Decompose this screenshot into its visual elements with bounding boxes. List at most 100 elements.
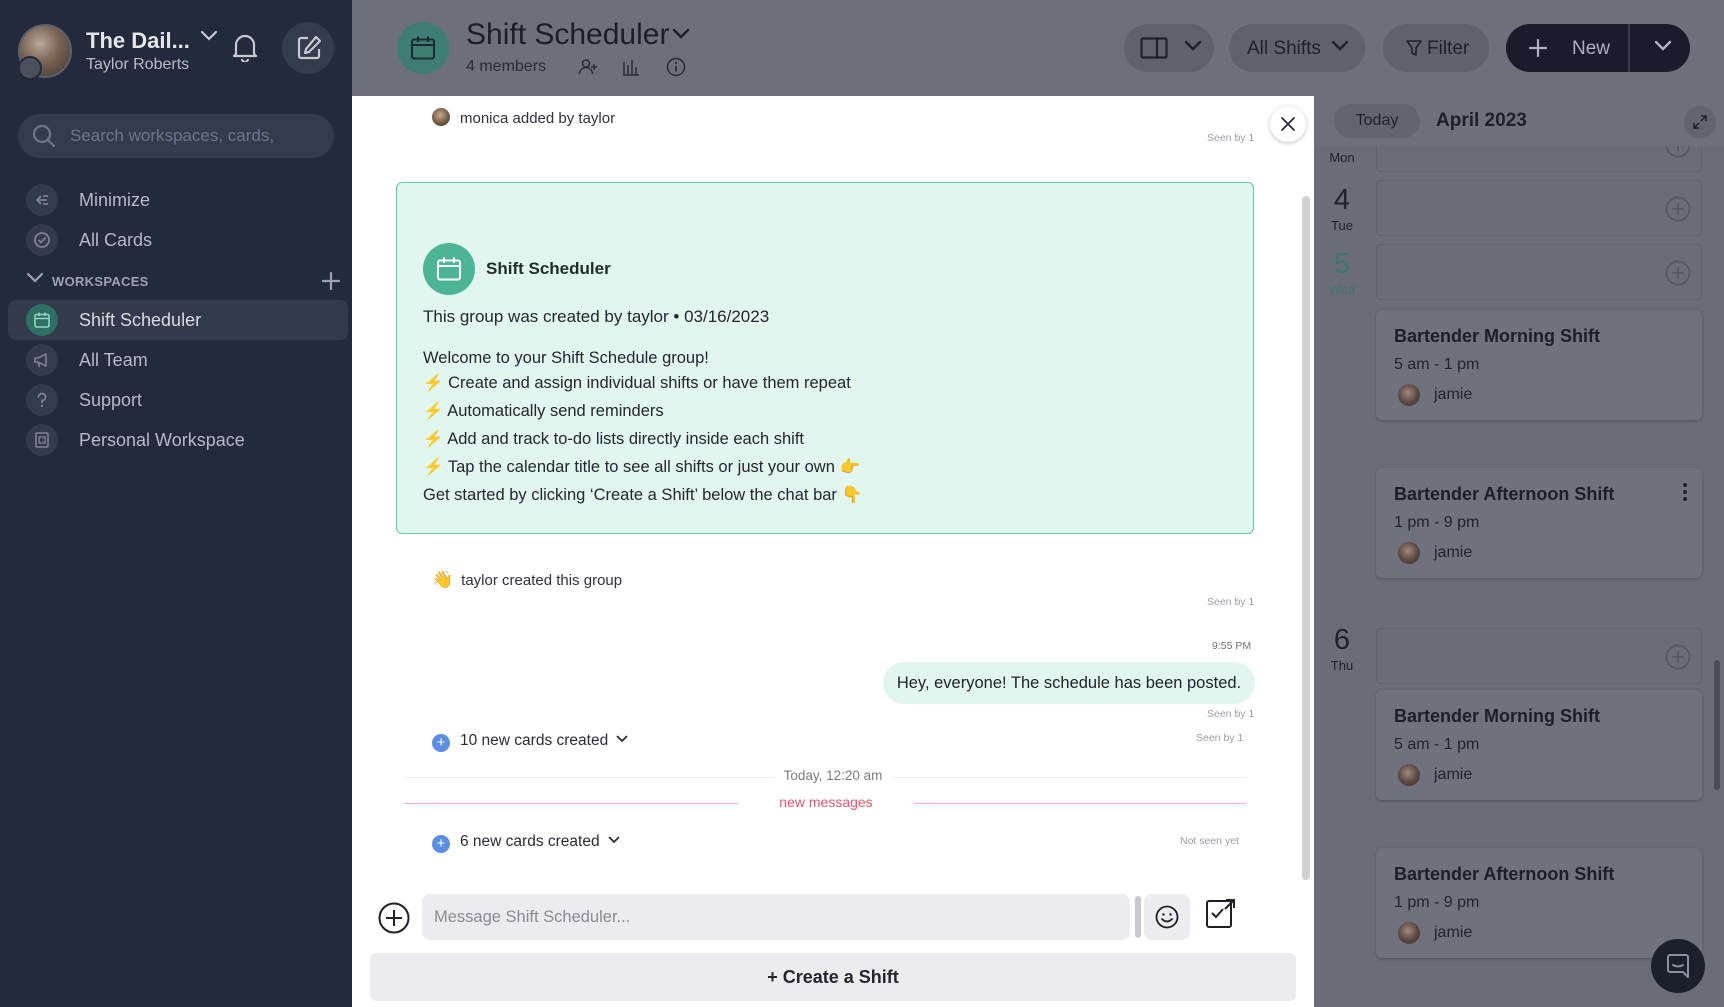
assignee-avatar [1398,922,1420,944]
shift-card[interactable]: Bartender Morning Shift 5 am - 1 pm jami… [1376,690,1702,800]
workspace-avatar[interactable] [18,24,72,80]
lightning-icon: ⚡ [423,374,444,392]
shift-card[interactable]: Bartender Morning Shift 5 am - 1 pm jami… [1376,310,1702,420]
check-circle-icon [26,224,58,256]
close-button[interactable] [1270,106,1306,142]
chevron-down-icon [607,836,620,844]
sidebar-item-support[interactable]: Support [8,380,348,420]
chat-icon [1667,954,1689,978]
calendar-scrollbar[interactable] [1714,660,1720,790]
workspace-header[interactable]: The Dail... Taylor Roberts [18,22,338,82]
day-slot[interactable] [1376,244,1702,300]
search-input[interactable] [70,114,320,158]
filter-button[interactable]: Filter [1383,24,1489,72]
bullet-text: Add and track to-do lists directly insid… [447,430,804,448]
bullet-text: Automatically send reminders [447,402,664,420]
day-number: 4 [1333,184,1351,216]
today-button[interactable]: Today [1334,104,1420,138]
welcome-bullet: ⚡ Tap the calendar title to see all shif… [423,458,860,477]
add-member-icon[interactable] [578,58,598,76]
day-label-wed[interactable]: 5 Wed [1324,248,1360,297]
welcome-bullet: ⚡ Automatically send reminders [423,402,664,421]
add-attachment-icon[interactable] [378,902,410,934]
emoji-button[interactable] [1144,894,1190,940]
event-text: monica added by taylor [460,110,616,127]
calendar-icon [411,36,435,60]
chevron-down-icon[interactable] [200,30,218,42]
new-dropdown-chevron-icon[interactable] [1654,40,1672,52]
cards-created-toggle[interactable]: +6 new cards created [432,833,620,853]
welcome-card: Shift Scheduler This group was created b… [396,182,1254,534]
new-button[interactable]: New [1506,24,1690,72]
info-icon[interactable] [666,57,686,77]
sidebar-item-label: Support [79,390,143,410]
welcome-footer: Get started by clicking ‘Create a Shift’… [423,486,863,504]
shift-title: Bartender Afternoon Shift [1394,484,1615,504]
group-icon[interactable] [397,22,449,74]
shift-filter-dropdown[interactable]: All Shifts [1229,24,1365,72]
shift-card[interactable]: Bartender Afternoon Shift 1 pm - 9 pm ja… [1376,848,1702,958]
compose-button[interactable] [282,22,334,74]
plus-circle-icon: + [432,734,450,752]
user-name: Taylor Roberts [86,56,190,73]
shift-title: Bartender Morning Shift [1394,326,1600,346]
chevron-down-icon[interactable] [26,272,44,284]
user-avatar [18,56,42,80]
sidebar: The Dail... Taylor Roberts Minimize All … [0,0,352,1007]
welcome-bullet: ⚡ Create and assign individual shifts or… [423,374,851,393]
sidebar-item-shift-scheduler[interactable]: Shift Scheduler [8,300,348,340]
help-chat-button[interactable] [1651,939,1705,993]
create-shift-button[interactable]: + Create a Shift [370,953,1296,1001]
day-slot[interactable] [1376,180,1702,236]
sidebar-item-label: Minimize [79,190,151,210]
bell-icon[interactable] [232,32,258,62]
sidebar-item-all-team[interactable]: All Team [8,340,348,380]
composer-resize-handle[interactable] [1135,896,1141,938]
search-bar[interactable] [18,114,334,158]
workspace-name[interactable]: The Dail... [86,28,190,54]
cards-created-toggle[interactable]: +10 new cards created [432,732,628,752]
bar-chart-icon[interactable] [622,58,640,76]
chevron-down-icon [1184,40,1202,52]
shift-title: Bartender Morning Shift [1394,706,1600,726]
message-composer[interactable] [422,894,1130,940]
new-messages-divider: new messages [404,794,1246,814]
message-input[interactable] [434,894,1114,940]
add-workspace-icon[interactable] [320,270,342,292]
add-shift-icon[interactable] [1665,644,1691,670]
day-weekday: Wed [1328,282,1356,297]
calendar-icon [26,304,58,336]
question-icon [26,384,58,416]
shift-time: 5 am - 1 pm [1394,736,1480,753]
add-shift-icon[interactable] [1665,196,1691,222]
day-label-thu[interactable]: 6 Thu [1324,624,1360,673]
member-count[interactable]: 4 members [466,58,546,76]
day-slot[interactable] [1376,628,1702,684]
lightning-icon: ⚡ [423,458,444,476]
sidebar-item-minimize[interactable]: Minimize [8,180,348,220]
lightning-icon: ⚡ [423,402,444,420]
assignee-name: jamie [1434,766,1473,783]
sidebar-item-all-cards[interactable]: All Cards [8,220,348,260]
chevron-down-icon[interactable] [672,28,690,40]
message-bubble[interactable]: Hey, everyone! The schedule has been pos… [883,662,1255,704]
cards-created-text: 6 new cards created [460,833,600,850]
divider-line [404,803,738,804]
calendar-month[interactable]: April 2023 [1436,110,1527,132]
more-options-icon[interactable] [1682,482,1688,502]
shift-time: 1 pm - 9 pm [1394,894,1480,911]
section-title: WORKSPACES [52,274,149,289]
seen-status: Not seen yet [1180,835,1239,847]
card-attach-icon[interactable] [1204,896,1238,930]
sidebar-item-personal-workspace[interactable]: Personal Workspace [8,420,348,460]
workspace-icon [26,424,58,456]
assignee-avatar [1398,764,1420,786]
page-title[interactable]: Shift Scheduler [466,18,669,52]
add-shift-icon[interactable] [1665,260,1691,286]
day-label-tue[interactable]: 4 Tue [1324,184,1360,233]
calendar-icon [423,243,475,295]
view-toggle-button[interactable] [1124,24,1214,72]
workspaces-section-header[interactable]: WORKSPACES [24,270,342,294]
expand-button[interactable] [1684,106,1716,138]
shift-card[interactable]: Bartender Afternoon Shift 1 pm - 9 pm ja… [1376,468,1702,578]
